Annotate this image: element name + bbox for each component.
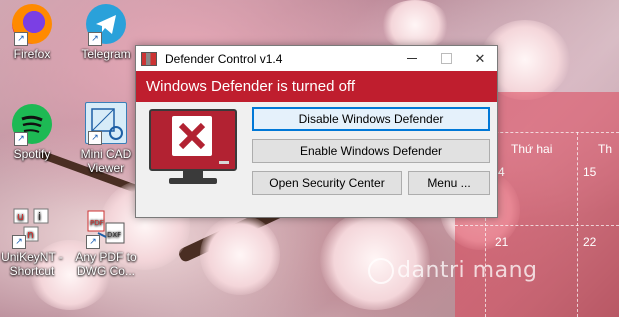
desktop-icon-label: Spotify <box>13 147 51 161</box>
shortcut-arrow-icon: ↗ <box>14 32 28 46</box>
desktop-icon-label: Firefox <box>13 47 51 61</box>
status-banner: Windows Defender is turned off <box>136 71 497 102</box>
watermark-logo-icon <box>368 258 394 284</box>
watermark: dantri mang <box>368 258 538 284</box>
title-bar[interactable]: Defender Control v1.4 ✕ <box>136 46 497 71</box>
minimize-icon <box>407 58 417 59</box>
shortcut-arrow-icon: ↗ <box>12 235 26 249</box>
minimize-button[interactable] <box>395 46 429 71</box>
maximize-button[interactable] <box>429 46 463 71</box>
calendar-day-header: Th <box>598 142 613 156</box>
unikey-icon: u in ↗ <box>10 207 54 249</box>
menu-button[interactable]: Menu ... <box>408 171 490 195</box>
telegram-icon: ↗ <box>86 4 126 46</box>
desktop-icon-spotify[interactable]: ↗ Spotify <box>0 100 68 161</box>
defender-control-window: Defender Control v1.4 ✕ Windows Defender… <box>135 45 498 218</box>
shortcut-arrow-icon: ↗ <box>86 235 100 249</box>
firefox-icon: ↗ <box>12 4 52 46</box>
desktop-icon-unikey[interactable]: u in ↗ UniKeyNT - Shortcut <box>0 205 68 278</box>
svg-text:i: i <box>38 210 41 223</box>
calendar-date[interactable]: 21 <box>495 235 508 249</box>
watermark-text: dantri mang <box>397 258 538 283</box>
window-title: Defender Control v1.4 <box>165 51 283 66</box>
svg-text:n: n <box>27 228 34 241</box>
desktop-icon-label: UniKeyNT - Shortcut <box>1 250 63 278</box>
defender-off-monitor-icon <box>149 109 237 189</box>
desktop-icon-any-pdf-to-dwg[interactable]: PDF DXF ↗ Any PDF to DWG Co... <box>70 205 142 278</box>
status-text: Windows Defender is turned off <box>146 78 355 95</box>
desktop-icon-label: Any PDF to DWG Co... <box>75 250 137 278</box>
shortcut-arrow-icon: ↗ <box>88 32 102 46</box>
disable-defender-button[interactable]: Disable Windows Defender <box>252 107 490 131</box>
window-body: Disable Windows Defender Enable Windows … <box>136 102 497 215</box>
monitor-base <box>169 178 217 184</box>
x-mark-icon <box>172 116 212 156</box>
calendar-date[interactable]: 15 <box>583 165 596 179</box>
cad-viewer-icon: ↗ <box>85 102 127 145</box>
desktop-icon-label: Mini CAD Viewer <box>80 147 132 175</box>
desktop-icon-firefox[interactable]: ↗ Firefox <box>0 0 68 61</box>
desktop-icon-label: Telegram <box>81 47 131 61</box>
pdf-to-dwg-icon: PDF DXF ↗ <box>84 207 128 249</box>
spotify-icon: ↗ <box>12 104 52 146</box>
calendar-day-header: Thứ hai <box>511 142 553 156</box>
close-button[interactable]: ✕ <box>463 46 497 71</box>
calendar-date[interactable]: 4 <box>498 165 505 179</box>
desktop-icon-telegram[interactable]: ↗ Telegram <box>70 0 142 61</box>
calendar-date[interactable]: 22 <box>583 235 596 249</box>
app-icon <box>141 51 157 66</box>
blossom <box>200 215 280 295</box>
monitor-led <box>219 161 229 164</box>
svg-text:u: u <box>17 210 24 223</box>
shortcut-arrow-icon: ↗ <box>88 131 102 145</box>
maximize-icon <box>440 53 452 64</box>
blossom <box>380 0 450 50</box>
close-icon: ✕ <box>474 50 486 66</box>
open-security-center-button[interactable]: Open Security Center <box>252 171 402 195</box>
desktop-icon-mini-cad-viewer[interactable]: ↗ Mini CAD Viewer <box>70 100 142 175</box>
shortcut-arrow-icon: ↗ <box>14 132 28 146</box>
enable-defender-button[interactable]: Enable Windows Defender <box>252 139 490 163</box>
svg-text:DXF: DXF <box>107 231 121 239</box>
svg-text:PDF: PDF <box>90 219 104 227</box>
